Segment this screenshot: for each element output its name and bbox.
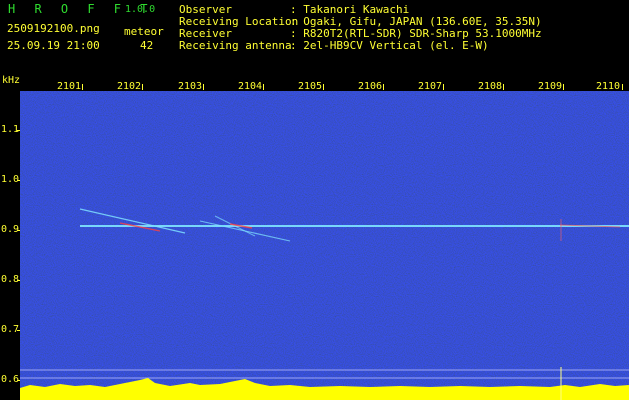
y-tick-mark: [17, 280, 20, 281]
x-tick-mark: [142, 84, 143, 90]
antenna-label: Receiving antenna: [179, 39, 292, 52]
app-version: 1.0.0: [125, 4, 156, 15]
x-tick-mark: [443, 84, 444, 90]
meteor-count-value: 42: [140, 39, 154, 52]
x-tick-mark: [503, 84, 504, 90]
x-tick-mark: [622, 84, 623, 90]
x-tick-mark: [203, 84, 204, 90]
y-tick-mark: [17, 180, 20, 181]
y-tick-mark: [17, 130, 20, 131]
noise-texture: [20, 91, 629, 400]
y-tick-mark: [17, 380, 20, 381]
header-panel: H R O F F T 1.0.0 2509192100.png 25.09.1…: [0, 0, 629, 72]
meteor-count-label: meteor: [124, 25, 164, 38]
file-name: 2509192100.png: [7, 22, 100, 35]
y-tick-mark: [17, 330, 20, 331]
x-tick-mark: [82, 84, 83, 90]
y-tick-mark: [17, 230, 20, 231]
spectrogram: [20, 91, 629, 400]
date-time: 25.09.19 21:00: [7, 39, 100, 52]
x-tick-mark: [263, 84, 264, 90]
x-tick-mark: [323, 84, 324, 90]
y-axis-unit: kHz: [2, 75, 21, 86]
x-tick-mark: [563, 84, 564, 90]
x-tick-mark: [383, 84, 384, 90]
antenna-value: : 2el-HB9CV Vertical (el. E-W): [290, 39, 489, 52]
